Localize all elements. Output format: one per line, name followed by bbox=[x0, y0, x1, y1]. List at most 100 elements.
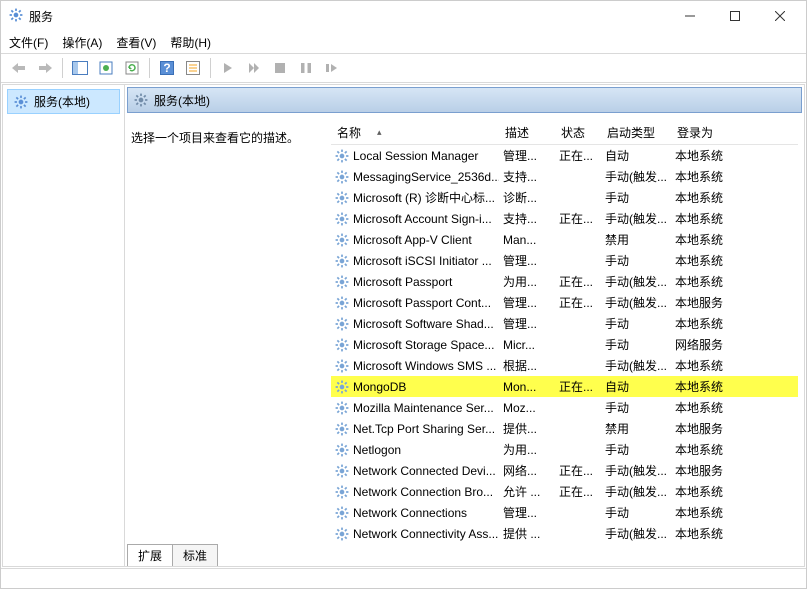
col-name[interactable]: 名称▴ bbox=[331, 124, 499, 141]
table-row[interactable]: Local Session Manager管理...正在...自动本地系统 bbox=[331, 145, 798, 166]
service-name: Microsoft Software Shad... bbox=[353, 317, 494, 331]
menu-view[interactable]: 查看(V) bbox=[116, 34, 156, 51]
service-name: Network Connection Bro... bbox=[353, 485, 493, 499]
tab-extended[interactable]: 扩展 bbox=[127, 544, 173, 566]
table-row[interactable]: Microsoft App-V ClientMan...禁用本地系统 bbox=[331, 229, 798, 250]
service-desc: 支持... bbox=[499, 168, 555, 185]
start-service-button[interactable] bbox=[216, 56, 240, 80]
menu-help[interactable]: 帮助(H) bbox=[170, 34, 211, 51]
col-desc[interactable]: 描述 bbox=[499, 124, 555, 141]
menu-file[interactable]: 文件(F) bbox=[9, 34, 48, 51]
gear-icon bbox=[335, 485, 349, 499]
service-desc: 为用... bbox=[499, 273, 555, 290]
table-row[interactable]: Net.Tcp Port Sharing Ser...提供...禁用本地服务 bbox=[331, 418, 798, 439]
service-rows[interactable]: Local Session Manager管理...正在...自动本地系统Mes… bbox=[331, 145, 798, 542]
table-row[interactable]: Microsoft Storage Space...Micr...手动网络服务 bbox=[331, 334, 798, 355]
tab-standard[interactable]: 标准 bbox=[172, 544, 218, 566]
col-logon[interactable]: 登录为 bbox=[671, 124, 741, 141]
toolbar: ? bbox=[1, 53, 806, 83]
service-name: Mozilla Maintenance Ser... bbox=[353, 401, 494, 415]
table-row[interactable]: Microsoft Account Sign-i...支持...正在...手动(… bbox=[331, 208, 798, 229]
pause-service-button[interactable] bbox=[294, 56, 318, 80]
description-prompt: 选择一个项目来查看它的描述。 bbox=[131, 131, 299, 145]
properties-button[interactable] bbox=[181, 56, 205, 80]
service-logon: 本地系统 bbox=[671, 168, 741, 185]
right-header-label: 服务(本地) bbox=[154, 92, 210, 109]
service-start: 手动 bbox=[601, 441, 671, 458]
service-start: 手动(触发... bbox=[601, 462, 671, 479]
help-button[interactable]: ? bbox=[155, 56, 179, 80]
gear-icon bbox=[335, 254, 349, 268]
refresh-button[interactable] bbox=[120, 56, 144, 80]
tree-pane: 服务(本地) bbox=[3, 85, 125, 566]
service-logon: 本地服务 bbox=[671, 420, 741, 437]
service-name: Microsoft Passport Cont... bbox=[353, 296, 491, 310]
gear-icon bbox=[335, 149, 349, 163]
service-start: 手动 bbox=[601, 189, 671, 206]
table-row[interactable]: Network Connection Bro...允许 ...正在...手动(触… bbox=[331, 481, 798, 502]
table-row[interactable]: MessagingService_2536d...支持...手动(触发...本地… bbox=[331, 166, 798, 187]
table-row[interactable]: Microsoft Passport Cont...管理...正在...手动(触… bbox=[331, 292, 798, 313]
tabs: 扩展 标准 bbox=[125, 542, 804, 566]
service-start: 手动 bbox=[601, 315, 671, 332]
service-desc: 为用... bbox=[499, 441, 555, 458]
table-row[interactable]: MongoDBMon...正在...自动本地系统 bbox=[331, 376, 798, 397]
table-row[interactable]: Network Connectivity Ass...提供 ...手动(触发..… bbox=[331, 523, 798, 542]
gear-icon bbox=[335, 296, 349, 310]
table-row[interactable]: Mozilla Maintenance Ser...Moz...手动本地系统 bbox=[331, 397, 798, 418]
service-list: 名称▴ 描述 状态 启动类型 登录为 Local Session Manager… bbox=[331, 121, 798, 542]
close-button[interactable] bbox=[757, 2, 802, 30]
service-start: 自动 bbox=[601, 378, 671, 395]
menu-action[interactable]: 操作(A) bbox=[62, 34, 102, 51]
col-status[interactable]: 状态 bbox=[555, 124, 601, 141]
service-start: 手动(触发... bbox=[601, 294, 671, 311]
table-row[interactable]: Netlogon为用...手动本地系统 bbox=[331, 439, 798, 460]
service-logon: 本地系统 bbox=[671, 273, 741, 290]
service-name: Microsoft Account Sign-i... bbox=[353, 212, 492, 226]
services-icon bbox=[9, 8, 23, 25]
gear-icon bbox=[335, 464, 349, 478]
service-status: 正在... bbox=[555, 147, 601, 164]
restart-service-button[interactable] bbox=[320, 56, 344, 80]
statusbar bbox=[1, 568, 806, 588]
service-start: 手动 bbox=[601, 252, 671, 269]
export-list-button[interactable] bbox=[94, 56, 118, 80]
table-row[interactable]: Microsoft Software Shad...管理...手动本地系统 bbox=[331, 313, 798, 334]
service-status: 正在... bbox=[555, 273, 601, 290]
maximize-button[interactable] bbox=[712, 2, 757, 30]
table-row[interactable]: Network Connected Devi...网络...正在...手动(触发… bbox=[331, 460, 798, 481]
service-name: Microsoft Passport bbox=[353, 275, 452, 289]
service-start: 手动(触发... bbox=[601, 273, 671, 290]
table-row[interactable]: Network Connections管理...手动本地系统 bbox=[331, 502, 798, 523]
show-hide-tree-button[interactable] bbox=[68, 56, 92, 80]
service-status: 正在... bbox=[555, 462, 601, 479]
service-desc: 管理... bbox=[499, 504, 555, 521]
service-logon: 本地系统 bbox=[671, 483, 741, 500]
right-pane: 服务(本地) 选择一个项目来查看它的描述。 名称▴ 描述 状态 启动类型 登录为… bbox=[125, 85, 804, 566]
back-button[interactable] bbox=[7, 56, 31, 80]
table-row[interactable]: Microsoft iSCSI Initiator ...管理...手动本地系统 bbox=[331, 250, 798, 271]
col-start[interactable]: 启动类型 bbox=[601, 124, 671, 141]
service-desc: 管理... bbox=[499, 252, 555, 269]
table-row[interactable]: Microsoft Windows SMS ...根据...手动(触发...本地… bbox=[331, 355, 798, 376]
gear-icon bbox=[335, 275, 349, 289]
gear-icon bbox=[335, 443, 349, 457]
service-start: 手动(触发... bbox=[601, 483, 671, 500]
minimize-button[interactable] bbox=[667, 2, 712, 30]
tree-root-services[interactable]: 服务(本地) bbox=[7, 89, 120, 114]
service-start: 自动 bbox=[601, 147, 671, 164]
service-logon: 本地服务 bbox=[671, 294, 741, 311]
table-row[interactable]: Microsoft (R) 诊断中心标...诊断...手动本地系统 bbox=[331, 187, 798, 208]
stop-service-button[interactable] bbox=[268, 56, 292, 80]
service-logon: 本地系统 bbox=[671, 378, 741, 395]
start-alt-button[interactable] bbox=[242, 56, 266, 80]
service-logon: 本地系统 bbox=[671, 231, 741, 248]
content-area: 服务(本地) 服务(本地) 选择一个项目来查看它的描述。 名称▴ 描述 状态 启… bbox=[2, 84, 805, 567]
table-row[interactable]: Microsoft Passport 为用...正在...手动(触发...本地系统 bbox=[331, 271, 798, 292]
service-name: Network Connected Devi... bbox=[353, 464, 496, 478]
right-pane-header: 服务(本地) bbox=[127, 87, 802, 113]
forward-button[interactable] bbox=[33, 56, 57, 80]
menubar: 文件(F) 操作(A) 查看(V) 帮助(H) bbox=[1, 31, 806, 53]
gear-icon bbox=[335, 317, 349, 331]
service-logon: 本地系统 bbox=[671, 210, 741, 227]
